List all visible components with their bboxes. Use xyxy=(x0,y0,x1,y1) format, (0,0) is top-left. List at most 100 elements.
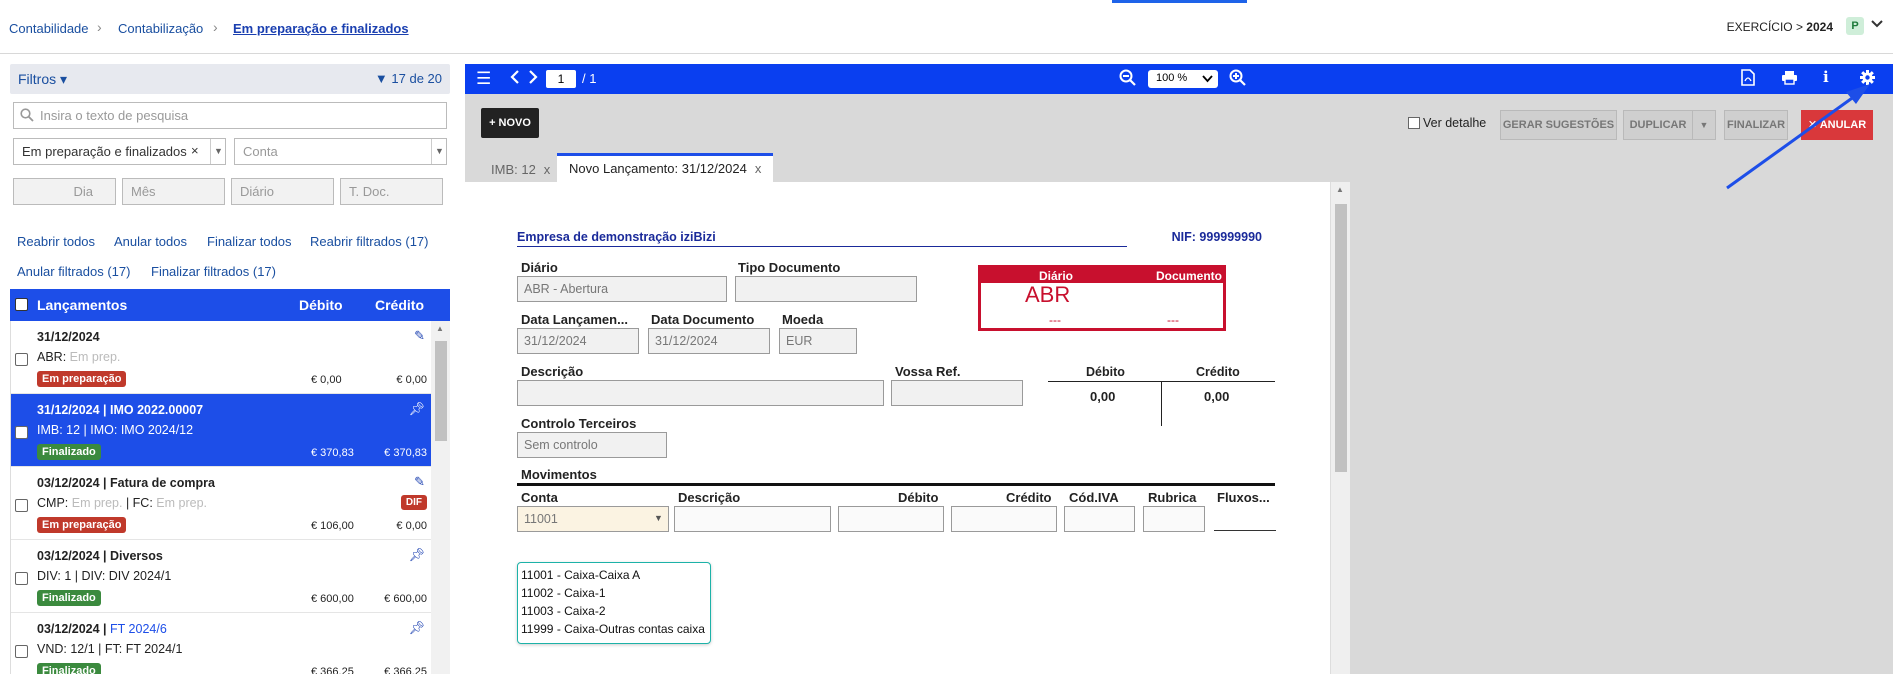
status-filter-select[interactable]: Em preparação e finalizados × ▼ xyxy=(13,138,226,165)
ver-detalhe-toggle[interactable]: Ver detalhe xyxy=(1408,116,1486,130)
moeda-field[interactable]: EUR xyxy=(779,328,857,354)
descricao-field[interactable] xyxy=(517,380,884,406)
finalizar-button[interactable]: FINALIZAR xyxy=(1724,110,1788,140)
anular-filtrados-link[interactable]: Anular filtrados (17) xyxy=(17,264,130,279)
close-icon[interactable]: x xyxy=(755,161,762,176)
info-icon[interactable]: i xyxy=(1823,68,1829,86)
vossa-ref-field[interactable] xyxy=(891,380,1023,406)
box-documento-number: --- xyxy=(1167,313,1179,327)
dropdown-option[interactable]: 11003 - Caixa-2 xyxy=(521,604,606,618)
list-item[interactable]: 03/12/2024 | Fatura de compra ✎ CMP: Em … xyxy=(11,467,431,540)
print-icon[interactable] xyxy=(1781,70,1798,89)
diario-filter-input[interactable]: Diário xyxy=(231,178,334,205)
mov-credito-field[interactable] xyxy=(951,506,1057,532)
breadcrumb-contabilizacao[interactable]: Contabilização xyxy=(118,21,203,36)
chevron-down-icon: ▾ xyxy=(60,71,68,87)
finalizar-todos-link[interactable]: Finalizar todos xyxy=(207,234,292,249)
ver-detalhe-checkbox[interactable] xyxy=(1408,117,1420,129)
mov-descricao-field[interactable] xyxy=(674,506,831,532)
pin-icon[interactable]: 📌︎ xyxy=(408,620,425,636)
zoom-select[interactable]: 100 % xyxy=(1148,70,1218,88)
row-checkbox[interactable] xyxy=(15,426,28,439)
dropdown-option[interactable]: 11999 - Caixa-Outras contas caixa xyxy=(521,622,705,636)
edit-icon[interactable]: ✎ xyxy=(414,328,425,344)
row-checkbox[interactable] xyxy=(15,645,28,658)
scroll-up-icon[interactable]: ▲ xyxy=(1336,185,1344,194)
page-number-input[interactable]: 1 xyxy=(546,70,576,88)
dropdown-option[interactable]: 11002 - Caixa-1 xyxy=(521,586,606,600)
status-badge: Finalizado xyxy=(37,663,101,674)
breadcrumb-contabilidade[interactable]: Contabilidade xyxy=(9,21,89,36)
anular-todos-link[interactable]: Anular todos xyxy=(114,234,187,249)
anular-button[interactable]: ✕ ANULAR xyxy=(1801,110,1873,140)
chevron-down-icon[interactable]: ▼ xyxy=(210,139,226,164)
data-documento-field[interactable]: 31/12/2024 xyxy=(648,328,770,354)
novo-button[interactable]: + NOVO xyxy=(481,108,539,138)
exercicio-selector[interactable]: EXERCÍCIO > 2024 xyxy=(1727,20,1833,34)
duplicar-dropdown-icon[interactable]: ▼ xyxy=(1692,110,1716,140)
tab-novo-lancamento[interactable]: Novo Lançamento: 31/12/2024 x xyxy=(557,153,774,185)
gear-icon[interactable] xyxy=(1859,69,1876,90)
mov-debito-field[interactable] xyxy=(838,506,944,532)
col-credito[interactable]: Crédito xyxy=(375,297,424,313)
prev-page-icon[interactable] xyxy=(509,69,521,89)
row-debit: € 106,00 xyxy=(311,520,354,532)
next-page-icon[interactable] xyxy=(527,69,539,89)
user-avatar[interactable]: P xyxy=(1846,17,1864,35)
tipo-doc-input[interactable]: T. Doc. xyxy=(340,178,443,205)
reabrir-filtrados-link[interactable]: Reabrir filtrados (17) xyxy=(310,234,429,249)
zoom-in-icon[interactable] xyxy=(1229,69,1246,90)
list-item[interactable]: 31/12/2024 | IMO 2022.00007 📌︎ IMB: 12 |… xyxy=(11,394,431,467)
chevron-down-icon[interactable]: ▼ xyxy=(654,513,663,523)
row-checkbox[interactable] xyxy=(15,572,28,585)
scroll-thumb[interactable] xyxy=(1335,204,1347,472)
conta-filter-select[interactable]: Conta ▼ xyxy=(234,138,447,165)
pin-icon[interactable]: 📌︎ xyxy=(408,401,425,417)
mov-fluxos-field[interactable] xyxy=(1214,530,1276,531)
scroll-thumb[interactable] xyxy=(435,341,447,441)
mov-conta-select[interactable]: 11001 ▼ xyxy=(517,506,669,532)
dif-badge: DIF xyxy=(400,495,427,510)
data-lancamento-field[interactable]: 31/12/2024 xyxy=(517,328,639,354)
credito-total-label: Crédito xyxy=(1196,365,1240,379)
list-scrollbar[interactable]: ▲ xyxy=(431,321,450,674)
search-placeholder: Insira o texto de pesquisa xyxy=(40,108,189,123)
list-item[interactable]: 03/12/2024 | Diversos 📌︎ DIV: 1 | DIV: D… xyxy=(11,540,431,613)
mes-input[interactable]: Mês xyxy=(122,178,225,205)
list-item[interactable]: 31/12/2024 ✎ ABR: Em prep. Em preparação… xyxy=(11,321,431,394)
row-doc-link[interactable]: FT 2024/6 xyxy=(110,622,167,636)
controlo-terceiros-field[interactable]: Sem controlo xyxy=(517,432,667,458)
dropdown-option[interactable]: 11001 - Caixa-Caixa A xyxy=(521,568,640,582)
tipo-documento-field[interactable] xyxy=(735,276,917,302)
duplicar-button[interactable]: DUPLICAR xyxy=(1623,110,1693,140)
reabrir-todos-link[interactable]: Reabrir todos xyxy=(17,234,95,249)
tab-imb-12[interactable]: IMB: 12 x xyxy=(479,157,562,182)
chevron-down-icon[interactable] xyxy=(1870,17,1884,34)
zoom-out-icon[interactable] xyxy=(1119,69,1136,90)
dia-input[interactable]: Dia xyxy=(13,178,116,205)
edit-icon[interactable]: ✎ xyxy=(414,474,425,490)
pdf-icon[interactable] xyxy=(1741,69,1755,90)
breadcrumb-current[interactable]: Em preparação e finalizados xyxy=(233,21,409,36)
row-checkbox[interactable] xyxy=(15,353,28,366)
gerar-sugestoes-button[interactable]: GERAR SUGESTÕES xyxy=(1500,110,1617,140)
search-input[interactable]: Insira o texto de pesquisa xyxy=(13,102,447,129)
clear-icon[interactable]: × xyxy=(191,143,199,158)
pin-icon[interactable]: 📌︎ xyxy=(408,547,425,563)
row-checkbox[interactable] xyxy=(15,499,28,512)
select-all-checkbox[interactable] xyxy=(15,298,28,311)
mov-cod-iva-field[interactable] xyxy=(1064,506,1135,532)
diario-filter-placeholder: Diário xyxy=(240,184,274,199)
filters-toggle[interactable]: Filtros ▾ xyxy=(18,71,67,88)
col-debito[interactable]: Débito xyxy=(299,297,343,313)
finalizar-filtrados-link[interactable]: Finalizar filtrados (17) xyxy=(151,264,276,279)
close-icon[interactable]: x xyxy=(544,162,551,177)
diario-field[interactable]: ABR - Abertura xyxy=(517,276,727,302)
menu-icon[interactable]: ☰ xyxy=(476,69,491,89)
document-scrollbar[interactable]: ▲ xyxy=(1330,182,1350,674)
col-lancamentos[interactable]: Lançamentos xyxy=(37,297,127,313)
mov-rubrica-field[interactable] xyxy=(1143,506,1205,532)
scroll-up-icon[interactable]: ▲ xyxy=(436,324,444,333)
chevron-down-icon[interactable]: ▼ xyxy=(431,139,447,164)
list-item[interactable]: 03/12/2024 | FT 2024/6 📌︎ VND: 12/1 | FT… xyxy=(11,613,431,674)
